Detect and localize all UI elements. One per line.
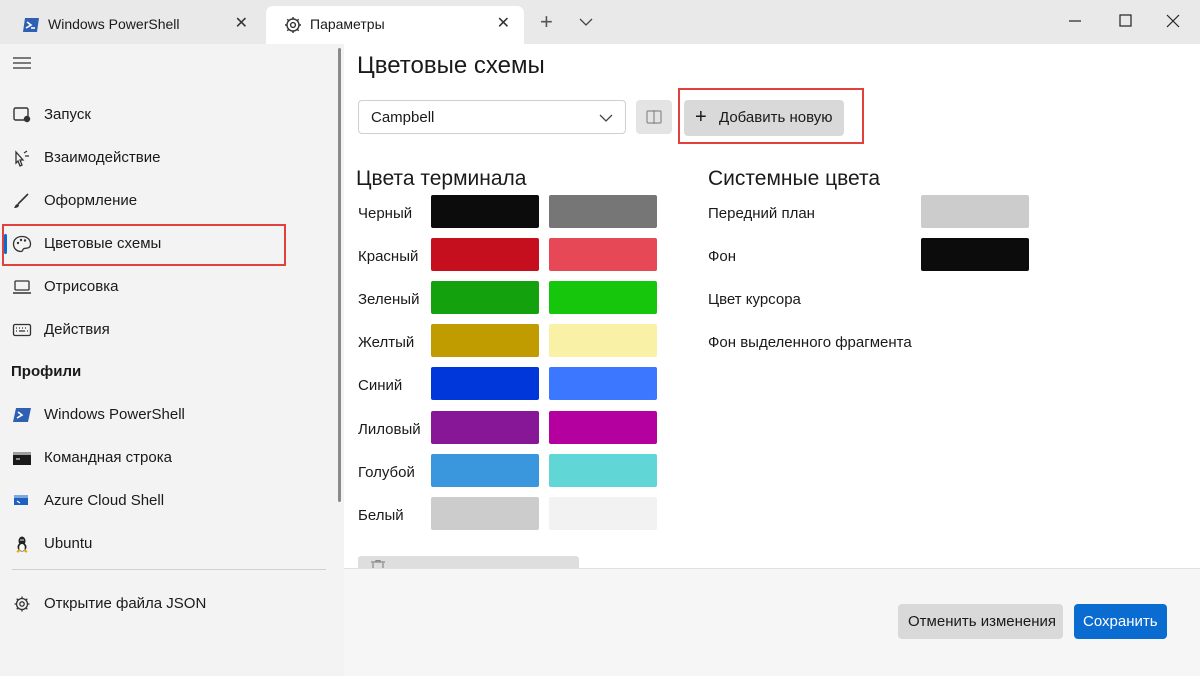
- sidebar: Запуск Взаимодействие Оформление Цветовы…: [0, 44, 344, 676]
- swatch-white[interactable]: [431, 497, 539, 530]
- sidebar-divider: [12, 569, 326, 570]
- dropdown-value: Campbell: [371, 109, 435, 126]
- gear-icon: [14, 596, 30, 612]
- powershell-icon: [13, 408, 31, 422]
- tab-settings[interactable]: Параметры ✕: [266, 6, 524, 44]
- highlight-box: [678, 88, 864, 144]
- tab-label: Параметры: [310, 16, 385, 32]
- color-label-cyan: Голубой: [358, 464, 415, 481]
- swatch-yellow[interactable]: [431, 324, 539, 357]
- new-tab-button[interactable]: +: [540, 10, 553, 34]
- swatch-purple[interactable]: [431, 411, 539, 444]
- color-label-yellow: Желтый: [358, 334, 415, 351]
- color-label-black: Черный: [358, 205, 413, 222]
- interaction-icon: [15, 150, 29, 167]
- swatch-bright-purple[interactable]: [549, 411, 657, 444]
- main-content: Цветовые схемы Campbell + Добавить новую…: [344, 44, 1200, 676]
- swatch-foreground[interactable]: [921, 195, 1029, 228]
- sidebar-item-profile-ubuntu[interactable]: Ubuntu: [0, 524, 336, 564]
- discard-changes-button[interactable]: Отменить изменения: [898, 604, 1063, 639]
- swatch-bright-white[interactable]: [549, 497, 657, 530]
- swatch-bright-green[interactable]: [549, 281, 657, 314]
- gear-icon: [285, 17, 301, 33]
- sidebar-item-rendering[interactable]: Отрисовка: [0, 267, 336, 307]
- swatch-green[interactable]: [431, 281, 539, 314]
- sidebar-item-label: Azure Cloud Shell: [44, 492, 165, 509]
- sidebar-item-profile-azure[interactable]: Azure Cloud Shell: [0, 481, 336, 521]
- color-label-purple: Лиловый: [358, 421, 421, 438]
- sidebar-item-interaction[interactable]: Взаимодействие: [0, 138, 336, 178]
- sidebar-scrollbar[interactable]: [338, 48, 341, 502]
- maximize-icon[interactable]: [1110, 8, 1140, 34]
- button-label: Отменить изменения: [908, 613, 1057, 630]
- swatch-bright-blue[interactable]: [549, 367, 657, 400]
- tab-close-button[interactable]: ✕: [235, 15, 248, 33]
- minimize-icon[interactable]: [1060, 8, 1090, 34]
- swatch-bright-red[interactable]: [549, 238, 657, 271]
- color-label-blue: Синий: [358, 377, 403, 394]
- color-label-red: Красный: [358, 248, 419, 265]
- color-scheme-dropdown[interactable]: Campbell: [358, 100, 626, 134]
- startup-icon: [13, 107, 31, 123]
- sidebar-item-label: Открытие файла JSON: [44, 595, 207, 612]
- tab-close-button[interactable]: ✕: [497, 15, 510, 33]
- sidebar-item-profile-cmd[interactable]: Командная строка: [0, 438, 336, 478]
- system-label-background: Фон: [708, 248, 737, 265]
- save-button[interactable]: Сохранить: [1074, 604, 1167, 639]
- swatch-bright-black[interactable]: [549, 195, 657, 228]
- cmd-icon: [13, 452, 31, 465]
- linux-icon: [16, 536, 28, 553]
- sidebar-item-label: Отрисовка: [44, 278, 119, 295]
- sidebar-item-profile-powershell[interactable]: Windows PowerShell: [0, 395, 336, 435]
- footer-bar: [344, 569, 1200, 676]
- sidebar-item-label: Windows PowerShell: [44, 406, 185, 423]
- swatch-bright-cyan[interactable]: [549, 454, 657, 487]
- sidebar-item-open-json[interactable]: Открытие файла JSON: [0, 584, 336, 624]
- sidebar-item-label: Запуск: [44, 106, 91, 123]
- tab-label: Windows PowerShell: [48, 16, 180, 32]
- tab-windows-powershell[interactable]: Windows PowerShell ✕: [4, 6, 262, 44]
- keyboard-icon: [12, 323, 32, 337]
- trash-icon: [371, 560, 385, 568]
- monitor-icon: [13, 280, 31, 294]
- hamburger-menu-icon[interactable]: [12, 56, 32, 70]
- swatch-cyan[interactable]: [431, 454, 539, 487]
- page-title: Цветовые схемы: [357, 52, 545, 79]
- delete-scheme-button[interactable]: [358, 556, 579, 568]
- swatch-black[interactable]: [431, 195, 539, 228]
- sidebar-item-label: Действия: [44, 321, 110, 338]
- profiles-section-title: Профили: [11, 363, 82, 380]
- close-icon[interactable]: [1158, 8, 1188, 34]
- rename-icon: [646, 110, 662, 124]
- color-label-white: Белый: [358, 507, 404, 524]
- sidebar-item-actions[interactable]: Действия: [0, 310, 336, 350]
- rename-scheme-button[interactable]: [636, 100, 672, 134]
- swatch-red[interactable]: [431, 238, 539, 271]
- powershell-icon: [23, 18, 39, 32]
- system-label-foreground: Передний план: [708, 205, 815, 222]
- sidebar-item-startup[interactable]: Запуск: [0, 95, 336, 135]
- sidebar-item-label: Ubuntu: [44, 535, 93, 552]
- terminal-colors-title: Цвета терминала: [356, 167, 527, 190]
- color-label-green: Зеленый: [358, 291, 420, 308]
- button-label: Сохранить: [1083, 613, 1158, 630]
- chevron-down-icon: [599, 114, 613, 122]
- system-label-selection-background: Фон выделенного фрагмента: [708, 334, 912, 351]
- sidebar-item-appearance[interactable]: Оформление: [0, 181, 336, 221]
- chevron-down-icon[interactable]: [578, 14, 594, 30]
- highlight-box: [2, 224, 286, 266]
- swatch-background[interactable]: [921, 238, 1029, 271]
- system-label-cursor-color: Цвет курсора: [708, 291, 801, 308]
- sidebar-item-label: Оформление: [44, 192, 138, 209]
- brush-icon: [14, 193, 29, 208]
- sidebar-item-label: Взаимодействие: [44, 149, 161, 166]
- title-bar: Windows PowerShell ✕ Параметры ✕ +: [0, 0, 1200, 44]
- system-colors-title: Системные цвета: [708, 167, 881, 190]
- swatch-bright-yellow[interactable]: [549, 324, 657, 357]
- sidebar-item-label: Командная строка: [44, 449, 172, 466]
- azure-icon: [14, 495, 28, 505]
- swatch-blue[interactable]: [431, 367, 539, 400]
